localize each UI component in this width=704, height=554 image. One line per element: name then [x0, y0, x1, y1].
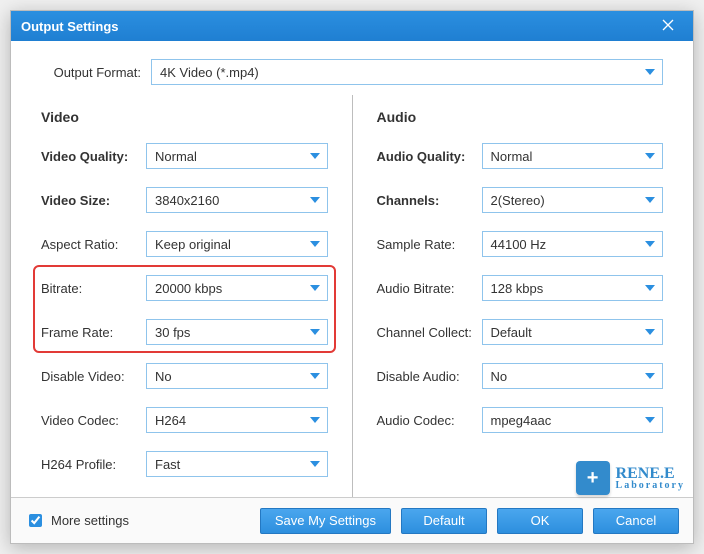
- default-button[interactable]: Default: [401, 508, 487, 534]
- frame-rate-label: Frame Rate:: [41, 325, 146, 340]
- chevron-down-icon: [309, 151, 321, 161]
- settings-columns: Video Video Quality: Normal Video Size: 384…: [11, 95, 693, 497]
- audio-heading: Audio: [377, 109, 664, 125]
- chevron-down-icon: [309, 415, 321, 425]
- video-quality-label: Video Quality:: [41, 149, 146, 164]
- more-settings-checkbox[interactable]: More settings: [25, 511, 129, 530]
- bitrate-label: Bitrate:: [41, 281, 146, 296]
- audio-column: Audio Audio Quality: Normal Channels: 2(Ste…: [352, 95, 664, 497]
- video-quality-value: Normal: [155, 149, 197, 164]
- audio-quality-label: Audio Quality:: [377, 149, 482, 164]
- output-format-label: Output Format:: [41, 65, 141, 80]
- disable-video-select[interactable]: No: [146, 363, 328, 389]
- chevron-down-icon: [309, 327, 321, 337]
- audio-quality-value: Normal: [491, 149, 533, 164]
- chevron-down-icon: [644, 239, 656, 249]
- channels-value: 2(Stereo): [491, 193, 545, 208]
- video-size-select[interactable]: 3840x2160: [146, 187, 328, 213]
- audio-codec-field: Audio Codec: mpeg4aac: [377, 407, 664, 433]
- audio-bitrate-field: Audio Bitrate: 128 kbps: [377, 275, 664, 301]
- close-icon: [662, 18, 674, 34]
- video-codec-select[interactable]: H264: [146, 407, 328, 433]
- disable-audio-select[interactable]: No: [482, 363, 664, 389]
- chevron-down-icon: [309, 371, 321, 381]
- sample-rate-select[interactable]: 44100 Hz: [482, 231, 664, 257]
- disable-audio-value: No: [491, 369, 508, 384]
- channel-collect-field: Channel Collect: Default: [377, 319, 664, 345]
- video-codec-label: Video Codec:: [41, 413, 146, 428]
- aspect-ratio-field: Aspect Ratio: Keep original: [41, 231, 328, 257]
- sample-rate-value: 44100 Hz: [491, 237, 547, 252]
- channels-field: Channels: 2(Stereo): [377, 187, 664, 213]
- audio-quality-field: Audio Quality: Normal: [377, 143, 664, 169]
- bitrate-value: 20000 kbps: [155, 281, 222, 296]
- sample-rate-field: Sample Rate: 44100 Hz: [377, 231, 664, 257]
- more-settings-label: More settings: [51, 513, 129, 528]
- aspect-ratio-select[interactable]: Keep original: [146, 231, 328, 257]
- channels-label: Channels:: [377, 193, 482, 208]
- chevron-down-icon: [644, 415, 656, 425]
- chevron-down-icon: [644, 371, 656, 381]
- chevron-down-icon: [644, 151, 656, 161]
- chevron-down-icon: [309, 459, 321, 469]
- footer: More settings Save My Settings Default O…: [11, 497, 693, 543]
- sample-rate-label: Sample Rate:: [377, 237, 482, 252]
- disable-video-value: No: [155, 369, 172, 384]
- disable-video-field: Disable Video: No: [41, 363, 328, 389]
- chevron-down-icon: [309, 283, 321, 293]
- output-format-select[interactable]: 4K Video (*.mp4): [151, 59, 663, 85]
- video-quality-field: Video Quality: Normal: [41, 143, 328, 169]
- save-my-settings-button[interactable]: Save My Settings: [260, 508, 391, 534]
- h264-profile-value: Fast: [155, 457, 180, 472]
- frame-rate-field: Frame Rate: 30 fps: [41, 319, 328, 345]
- audio-codec-label: Audio Codec:: [377, 413, 482, 428]
- more-settings-input[interactable]: [29, 514, 42, 527]
- audio-bitrate-label: Audio Bitrate:: [377, 281, 482, 296]
- video-quality-select[interactable]: Normal: [146, 143, 328, 169]
- dialog-title: Output Settings: [21, 19, 119, 34]
- aspect-ratio-value: Keep original: [155, 237, 231, 252]
- video-size-value: 3840x2160: [155, 193, 219, 208]
- titlebar: Output Settings: [11, 11, 693, 41]
- video-heading: Video: [41, 109, 328, 125]
- disable-audio-label: Disable Audio:: [377, 369, 482, 384]
- chevron-down-icon: [644, 67, 656, 77]
- video-codec-field: Video Codec: H264: [41, 407, 328, 433]
- frame-rate-value: 30 fps: [155, 325, 190, 340]
- output-settings-dialog: Output Settings Output Format: 4K Video …: [10, 10, 694, 544]
- bitrate-select[interactable]: 20000 kbps: [146, 275, 328, 301]
- audio-quality-select[interactable]: Normal: [482, 143, 664, 169]
- video-codec-value: H264: [155, 413, 186, 428]
- disable-audio-field: Disable Audio: No: [377, 363, 664, 389]
- video-size-label: Video Size:: [41, 193, 146, 208]
- chevron-down-icon: [309, 239, 321, 249]
- frame-rate-select[interactable]: 30 fps: [146, 319, 328, 345]
- video-size-field: Video Size: 3840x2160: [41, 187, 328, 213]
- chevron-down-icon: [644, 283, 656, 293]
- chevron-down-icon: [309, 195, 321, 205]
- chevron-down-icon: [644, 195, 656, 205]
- channel-collect-value: Default: [491, 325, 532, 340]
- audio-codec-select[interactable]: mpeg4aac: [482, 407, 664, 433]
- audio-codec-value: mpeg4aac: [491, 413, 552, 428]
- close-button[interactable]: [653, 11, 683, 41]
- ok-button[interactable]: OK: [497, 508, 583, 534]
- h264-profile-field: H264 Profile: Fast: [41, 451, 328, 477]
- channels-select[interactable]: 2(Stereo): [482, 187, 664, 213]
- output-format-row: Output Format: 4K Video (*.mp4): [11, 41, 693, 95]
- h264-profile-label: H264 Profile:: [41, 457, 146, 472]
- audio-bitrate-select[interactable]: 128 kbps: [482, 275, 664, 301]
- aspect-ratio-label: Aspect Ratio:: [41, 237, 146, 252]
- disable-video-label: Disable Video:: [41, 369, 146, 384]
- channel-collect-select[interactable]: Default: [482, 319, 664, 345]
- h264-profile-select[interactable]: Fast: [146, 451, 328, 477]
- cancel-button[interactable]: Cancel: [593, 508, 679, 534]
- chevron-down-icon: [644, 327, 656, 337]
- audio-bitrate-value: 128 kbps: [491, 281, 544, 296]
- channel-collect-label: Channel Collect:: [377, 325, 482, 340]
- output-format-value: 4K Video (*.mp4): [160, 65, 259, 80]
- video-column: Video Video Quality: Normal Video Size: 384…: [41, 95, 352, 497]
- bitrate-field: Bitrate: 20000 kbps: [41, 275, 328, 301]
